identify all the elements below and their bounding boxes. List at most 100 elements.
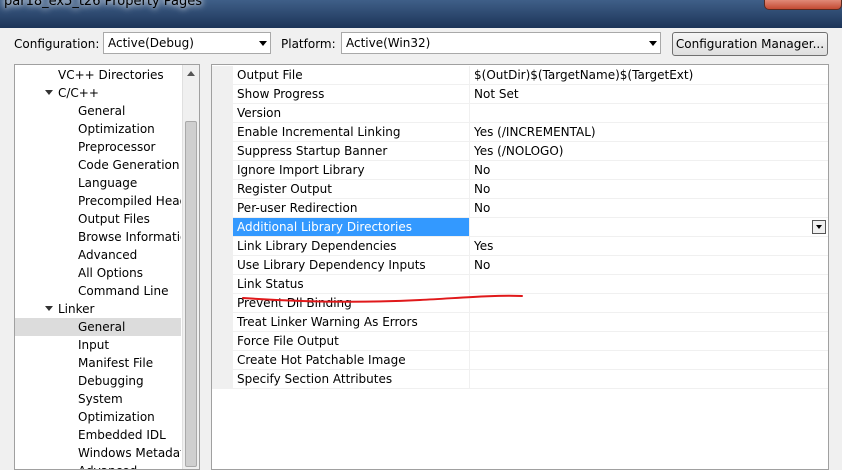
tree-item-label: Input (78, 338, 110, 352)
triangle-down-icon[interactable] (45, 306, 53, 311)
property-value[interactable]: Yes (/INCREMENTAL) (470, 123, 828, 142)
tree-item[interactable]: General (15, 318, 181, 336)
property-name[interactable]: Suppress Startup Banner (233, 142, 470, 161)
tree-item[interactable]: Command Line (15, 282, 181, 300)
property-name[interactable]: Register Output (233, 180, 470, 199)
property-value-text: $(OutDir)$(TargetName)$(TargetExt) (474, 68, 694, 82)
property-value[interactable]: $(OutDir)$(TargetName)$(TargetExt) (470, 66, 828, 85)
property-value[interactable]: Yes (470, 237, 828, 256)
scrollbar-thumb[interactable] (185, 121, 197, 467)
property-value[interactable]: No (470, 161, 828, 180)
row-gutter (212, 180, 233, 199)
tree-item[interactable]: Input (15, 336, 181, 354)
property-value[interactable] (470, 313, 828, 332)
configuration-combo[interactable]: Active(Debug) (103, 32, 271, 54)
property-name[interactable]: Specify Section Attributes (233, 370, 470, 389)
property-name[interactable]: Force File Output (233, 332, 470, 351)
property-row[interactable]: Prevent Dll Binding (212, 294, 828, 313)
tree-item[interactable]: Advanced (15, 246, 181, 264)
tree-item-label: Command Line (78, 284, 169, 298)
property-name[interactable]: Show Progress (233, 85, 470, 104)
tree-item-label: System (78, 392, 123, 406)
property-row[interactable]: Version (212, 104, 828, 123)
property-tree[interactable]: VC++ Directories C/C++ General Optimization… (14, 64, 200, 470)
tree-scrollbar[interactable] (182, 65, 199, 469)
tree-item[interactable]: Output Files (15, 210, 181, 228)
tree-item[interactable]: Language (15, 174, 181, 192)
tree-item[interactable]: Code Generation (15, 156, 181, 174)
property-row[interactable]: Force File Output (212, 332, 828, 351)
property-row[interactable]: Suppress Startup Banner Yes (/NOLOGO) (212, 142, 828, 161)
property-row[interactable]: Link Library Dependencies Yes (212, 237, 828, 256)
tree-item-label: VC++ Directories (58, 68, 164, 82)
tree-item[interactable]: Browse Information (15, 228, 181, 246)
tree-item[interactable]: C/C++ (15, 84, 181, 102)
property-name[interactable]: Version (233, 104, 470, 123)
chevron-down-icon[interactable] (812, 220, 826, 234)
tree-item-label: Preprocessor (78, 140, 156, 154)
property-name[interactable]: Link Library Dependencies (233, 237, 470, 256)
configuration-manager-button[interactable]: Configuration Manager... (672, 32, 828, 56)
row-gutter (212, 104, 233, 123)
triangle-down-icon[interactable] (45, 90, 53, 95)
tree-item[interactable]: Preprocessor (15, 138, 181, 156)
property-name[interactable]: Additional Library Directories (233, 218, 470, 237)
property-value[interactable]: Not Set (470, 85, 828, 104)
property-value[interactable]: No (470, 199, 828, 218)
tree-item[interactable]: General (15, 102, 181, 120)
tree-item[interactable]: All Options (15, 264, 181, 282)
tree-item-label: Advanced (78, 462, 137, 469)
scroll-up-arrow-icon[interactable] (187, 71, 195, 76)
property-row[interactable]: Specify Section Attributes (212, 370, 828, 389)
tree-item[interactable]: Embedded IDL (15, 426, 181, 444)
property-name[interactable]: Create Hot Patchable Image (233, 351, 470, 370)
property-row[interactable]: Use Library Dependency Inputs No (212, 256, 828, 275)
tree-item[interactable]: Linker (15, 300, 181, 318)
property-value[interactable] (470, 218, 828, 237)
property-value[interactable] (470, 294, 828, 313)
row-gutter (212, 123, 233, 142)
property-value-text: No (474, 182, 491, 196)
property-name[interactable]: Link Status (233, 275, 470, 294)
property-row[interactable]: Create Hot Patchable Image (212, 351, 828, 370)
tree-item[interactable]: Precompiled Heade (15, 192, 181, 210)
property-row[interactable]: Register Output No (212, 180, 828, 199)
tree-item[interactable]: Windows Metadata (15, 444, 181, 462)
property-value[interactable] (470, 332, 828, 351)
property-value[interactable] (470, 275, 828, 294)
property-row[interactable]: Treat Linker Warning As Errors (212, 313, 828, 332)
tree-item-label: General (78, 320, 126, 334)
property-name[interactable]: Ignore Import Library (233, 161, 470, 180)
property-value[interactable] (470, 351, 828, 370)
tree-item[interactable]: System (15, 390, 181, 408)
property-value[interactable] (470, 370, 828, 389)
tree-item[interactable]: Optimization (15, 120, 181, 138)
property-value[interactable]: Yes (/NOLOGO) (470, 142, 828, 161)
tree-item[interactable]: Advanced (15, 462, 181, 469)
tree-item[interactable]: Optimization (15, 408, 181, 426)
property-name[interactable]: Use Library Dependency Inputs (233, 256, 470, 275)
property-row[interactable]: Additional Library Directories (212, 218, 828, 237)
tree-item[interactable]: VC++ Directories (15, 66, 181, 84)
close-button[interactable] (764, 0, 842, 10)
property-row[interactable]: Show Progress Not Set (212, 85, 828, 104)
property-name[interactable]: Prevent Dll Binding (233, 294, 470, 313)
property-row[interactable]: Output File $(OutDir)$(TargetName)$(Targe… (212, 66, 828, 85)
property-value[interactable]: No (470, 180, 828, 199)
property-row[interactable]: Enable Incremental Linking Yes (/INCREMEN… (212, 123, 828, 142)
property-value[interactable] (470, 104, 828, 123)
property-row[interactable]: Ignore Import Library No (212, 161, 828, 180)
property-name[interactable]: Enable Incremental Linking (233, 123, 470, 142)
tree-item-label: Optimization (78, 122, 155, 136)
tree-item-label: Advanced (78, 248, 138, 262)
property-row[interactable]: Link Status (212, 275, 828, 294)
row-gutter (212, 142, 233, 161)
property-name[interactable]: Treat Linker Warning As Errors (233, 313, 470, 332)
tree-item[interactable]: Manifest File (15, 354, 181, 372)
property-name[interactable]: Per-user Redirection (233, 199, 470, 218)
platform-combo[interactable]: Active(Win32) (341, 32, 661, 54)
property-value[interactable]: No (470, 256, 828, 275)
property-name[interactable]: Output File (233, 66, 470, 85)
tree-item[interactable]: Debugging (15, 372, 181, 390)
property-row[interactable]: Per-user Redirection No (212, 199, 828, 218)
